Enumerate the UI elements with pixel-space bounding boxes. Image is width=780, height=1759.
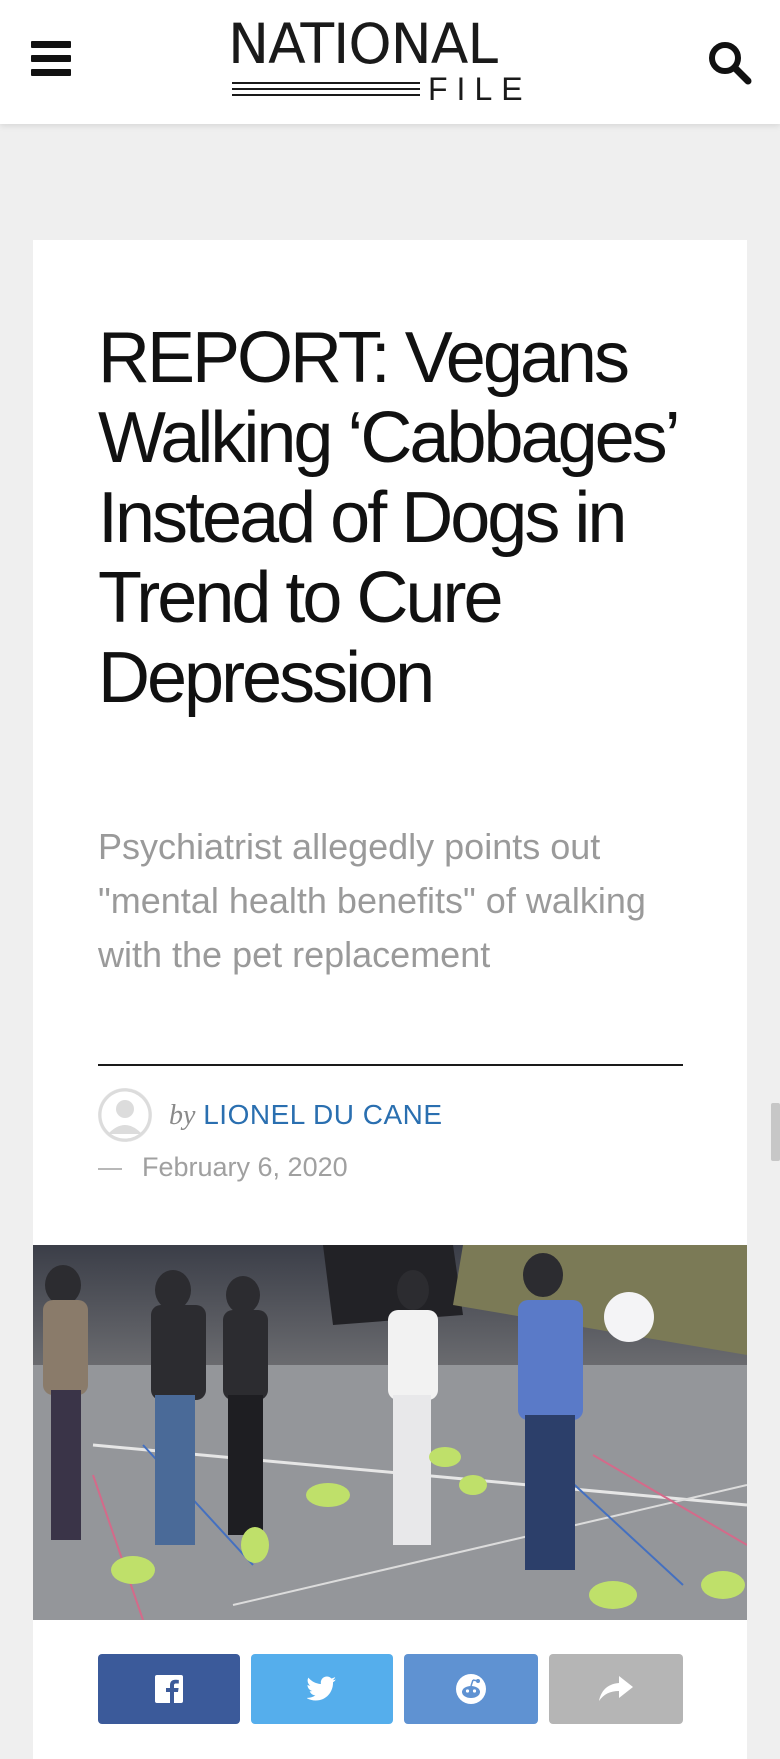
twitter-icon — [307, 1676, 336, 1701]
author-link[interactable]: LIONEL DU CANE — [203, 1099, 442, 1130]
byline-by: by — [169, 1100, 196, 1131]
author-avatar[interactable] — [98, 1088, 152, 1142]
share-twitter-button[interactable] — [251, 1654, 393, 1724]
hamburger-menu-icon[interactable] — [28, 38, 76, 78]
logo-file-text: FILE — [428, 71, 532, 107]
scrollbar-thumb[interactable] — [771, 1103, 780, 1161]
article-photo — [33, 1245, 747, 1620]
publish-date-text: February 6, 2020 — [142, 1152, 348, 1182]
site-logo[interactable]: NATIONAL FILE — [224, 10, 564, 110]
share-more-button[interactable] — [549, 1654, 683, 1724]
share-arrow-icon — [599, 1676, 633, 1701]
share-reddit-button[interactable] — [404, 1654, 538, 1724]
logo-national-text: NATIONAL — [228, 12, 498, 76]
site-header: NATIONAL FILE — [0, 0, 780, 124]
logo-lines — [232, 80, 420, 100]
byline: by LIONEL DU CANE — [169, 1095, 443, 1136]
reddit-icon — [456, 1674, 486, 1704]
article-card: REPORT: Vegans Walking ‘Cabbages’ Instea… — [33, 240, 747, 1759]
search-icon[interactable] — [705, 38, 753, 86]
article-subtitle: Psychiatrist allegedly points out "menta… — [98, 826, 646, 975]
facebook-icon — [155, 1675, 183, 1703]
publish-date: February 6, 2020 — [98, 1148, 348, 1186]
share-facebook-button[interactable] — [98, 1654, 240, 1724]
article-headline: REPORT: Vegans Walking ‘Cabbages’ Instea… — [98, 318, 678, 718]
date-dash — [98, 1167, 122, 1170]
divider — [98, 1064, 683, 1066]
